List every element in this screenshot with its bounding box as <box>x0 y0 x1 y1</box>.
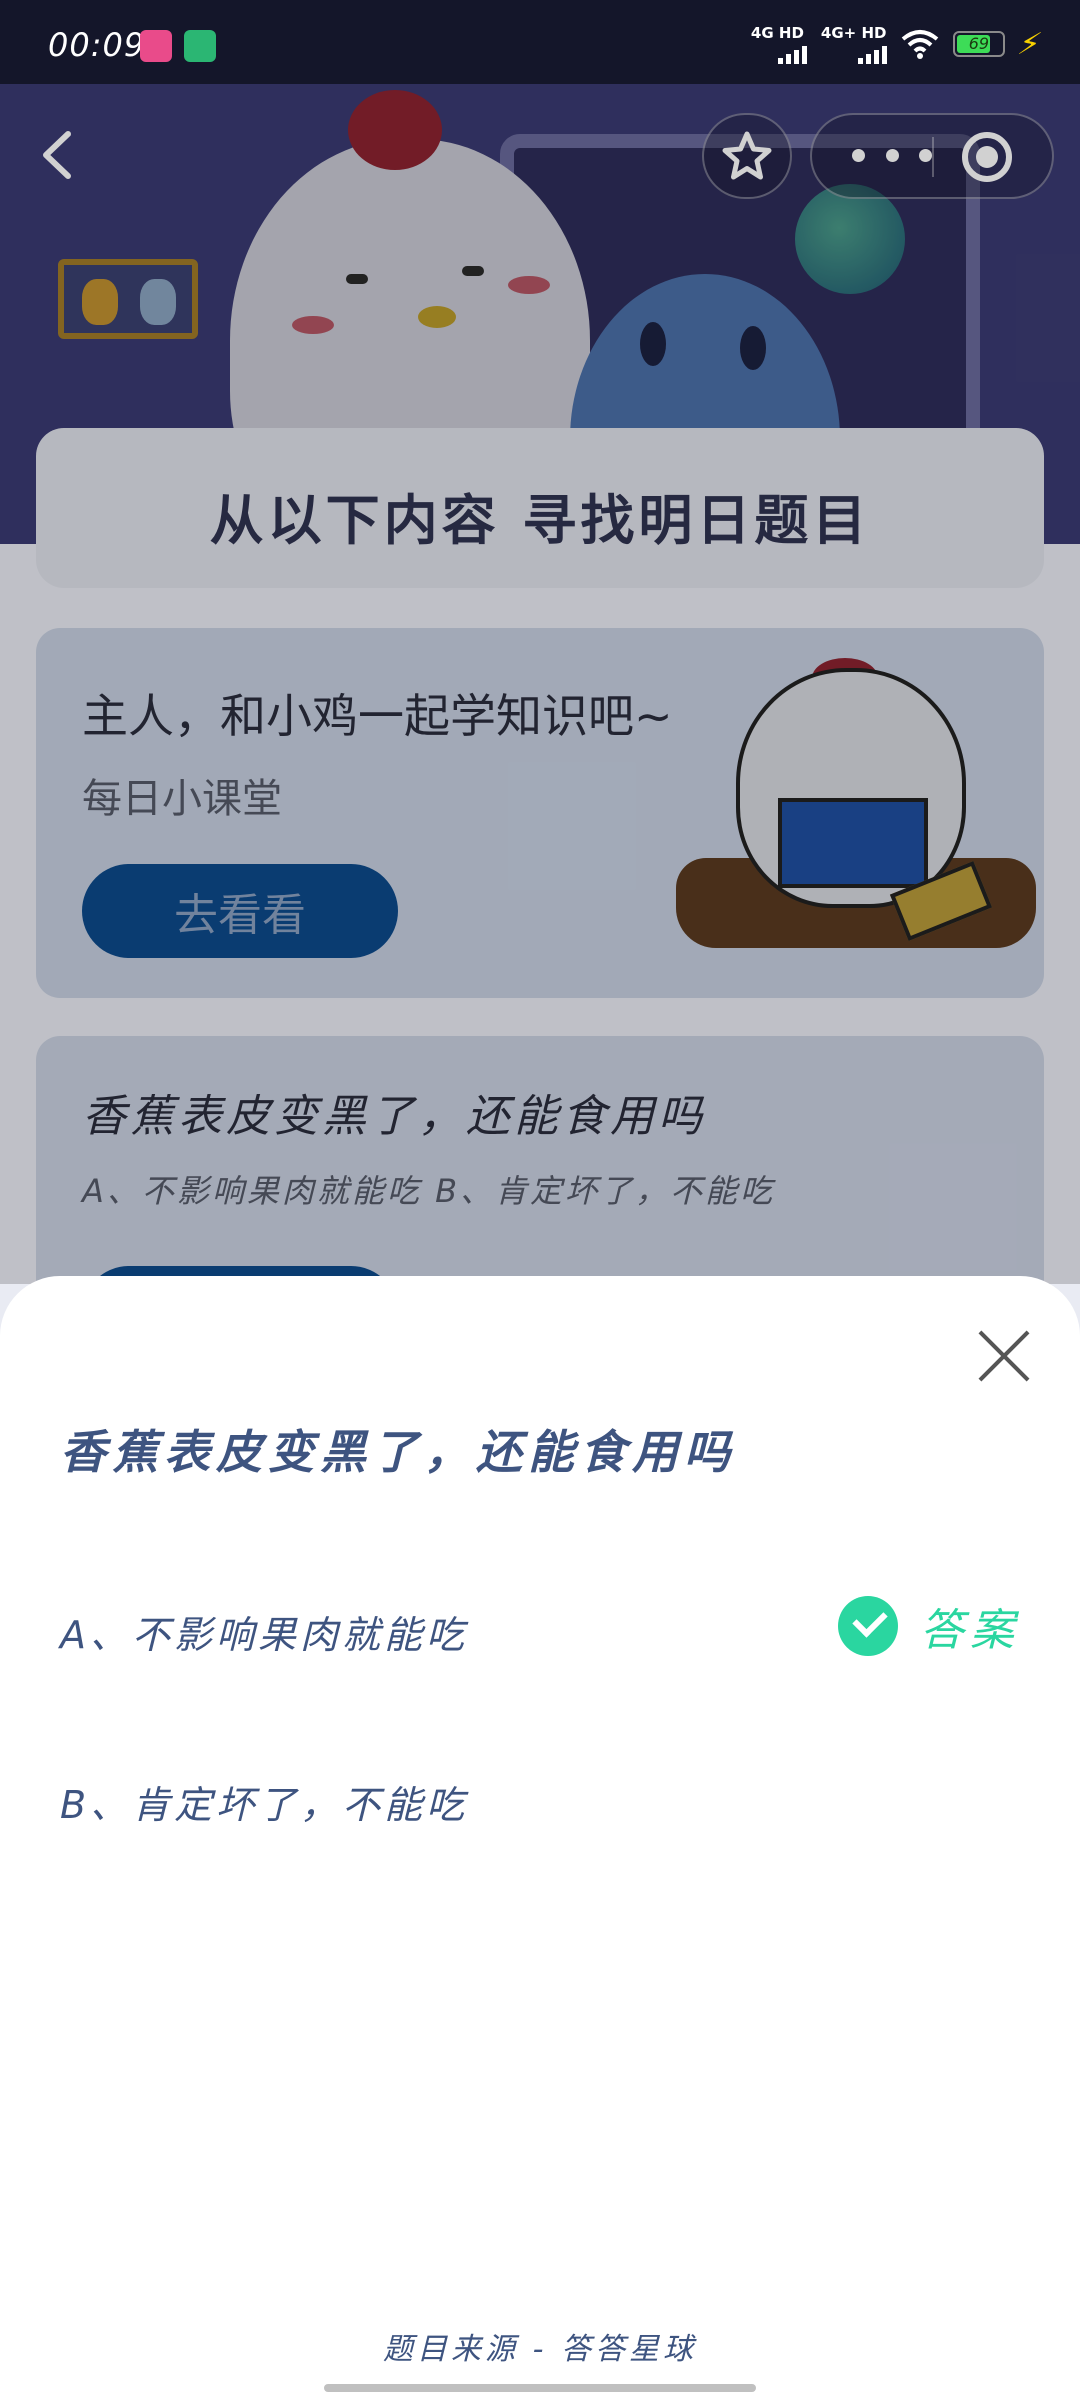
battery-icon: 69 <box>952 31 1005 57</box>
check-icon <box>838 1596 898 1656</box>
charging-icon: ⚡ <box>1014 26 1045 62</box>
mini-program-capsule <box>810 113 1054 199</box>
option-a[interactable]: A、不影响果肉就能吃 答案 <box>60 1566 1020 1686</box>
app-notification-icon <box>140 30 172 62</box>
back-icon[interactable] <box>30 120 86 190</box>
quiz-card-question: 香蕉表皮变黑了，还能食用吗 <box>82 1091 706 1142</box>
more-icon[interactable] <box>852 135 932 175</box>
medal-frame-illustration <box>58 259 198 339</box>
home-indicator[interactable] <box>324 2384 756 2392</box>
option-b[interactable]: B、肯定坏了，不能吃 <box>60 1736 1020 1856</box>
learn-card-subtitle: 每日小课堂 <box>82 776 282 822</box>
answer-marker: 答案 <box>838 1594 1020 1658</box>
sheet-question: 香蕉表皮变黑了，还能食用吗 <box>60 1425 736 1479</box>
go-see-button[interactable]: 去看看 <box>82 864 398 958</box>
status-time: 00:09 <box>48 26 146 64</box>
status-bar: 00:09 4G HD 4G+ HD 69 ⚡ <box>0 0 1080 84</box>
option-text: A、不影响果肉就能吃 <box>60 1613 468 1657</box>
target-icon[interactable] <box>962 132 1012 182</box>
globe-illustration <box>795 184 905 294</box>
quiz-card-options: A、不影响果肉就能吃 B、肯定坏了，不能吃 <box>82 1172 776 1210</box>
question-source: 题目来源 - 答答星球 <box>383 2332 697 2367</box>
app-notification-icon <box>184 30 216 62</box>
wifi-icon <box>901 30 939 59</box>
find-tomorrow-card: 从以下内容 寻找明日题目 <box>36 428 1044 588</box>
answer-label: 答案 <box>920 1605 1020 1656</box>
signal-icon: 4G+ HD <box>821 24 887 64</box>
signal-icon: 4G HD <box>751 24 807 64</box>
chicken-comb <box>348 90 442 170</box>
daily-class-card[interactable]: 主人，和小鸡一起学知识吧~ 每日小课堂 去看看 <box>36 628 1044 998</box>
find-title: 从以下内容 寻找明日题目 <box>209 489 871 552</box>
star-icon <box>722 131 772 180</box>
answer-sheet: 香蕉表皮变黑了，还能食用吗 A、不影响果肉就能吃 答案 B、肯定坏了，不能吃 题… <box>0 1276 1080 2400</box>
favorite-button[interactable] <box>702 113 792 199</box>
option-text: B、肯定坏了，不能吃 <box>60 1783 469 1827</box>
book-illustration <box>778 798 928 888</box>
learn-card-title: 主人，和小鸡一起学知识吧~ <box>82 689 673 743</box>
close-icon[interactable] <box>976 1328 1032 1384</box>
